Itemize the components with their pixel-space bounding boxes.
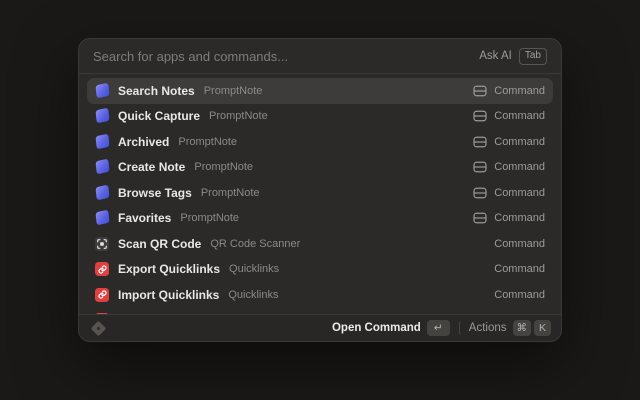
quicklinks-link-icon [95, 262, 109, 276]
open-command-label: Open Command [332, 322, 421, 334]
actions-keys: ⌘ K [513, 320, 552, 336]
cmd-key: ⌘ [513, 320, 532, 336]
promptnote-cube-icon [95, 135, 109, 149]
list-item[interactable]: Create Note PromptNote Command [87, 155, 553, 181]
item-type-label: Command [494, 110, 545, 122]
item-type-label: Command [494, 212, 545, 224]
list-item[interactable]: Quick Capture PromptNote Command [87, 104, 553, 130]
list-item[interactable]: Import Quicklinks Quicklinks Command [87, 282, 553, 308]
command-panel-icon [473, 187, 487, 199]
item-type-label: Command [494, 136, 545, 148]
qr-scanner-icon [95, 237, 109, 251]
promptnote-cube-icon [95, 211, 109, 225]
actions-button[interactable]: Actions ⌘ K [469, 320, 551, 336]
footer-separator [459, 322, 460, 334]
search-input[interactable] [93, 49, 471, 64]
promptnote-cube-icon [95, 186, 109, 200]
promptnote-cube-icon [95, 84, 109, 98]
promptnote-cube-icon [95, 109, 109, 123]
desktop-backdrop: { "search": { "placeholder": "Search for… [0, 0, 640, 400]
item-type-label: Command [494, 263, 545, 275]
item-type-label: Command [494, 238, 545, 250]
quicklinks-link-icon [95, 288, 109, 302]
search-bar: Ask AI Tab [79, 39, 561, 73]
list-item[interactable]: Favorites PromptNote Command [87, 206, 553, 232]
list-item[interactable]: Scan QR Code QR Code Scanner Command [87, 231, 553, 257]
k-key: K [534, 320, 551, 336]
footer-bar: Open Command ↵ Actions ⌘ K [79, 315, 561, 341]
command-palette-window: Ask AI Tab Search Notes PromptNote Comma… [78, 38, 562, 342]
command-list: Search Notes PromptNote Command Quick Ca… [79, 74, 561, 314]
item-type-label: Command [494, 85, 545, 97]
item-type-label: Command [494, 161, 545, 173]
list-item[interactable]: Search Notes PromptNote Command [87, 78, 553, 104]
command-panel-icon [473, 85, 487, 97]
ask-ai-label: Ask AI [479, 50, 512, 62]
open-command-button[interactable]: Open Command ↵ [332, 320, 450, 336]
actions-label: Actions [469, 322, 507, 334]
list-item[interactable]: Browse Tags PromptNote Command [87, 180, 553, 206]
list-item[interactable]: Export Quicklinks Quicklinks Command [87, 257, 553, 283]
command-panel-icon [473, 110, 487, 122]
command-panel-icon [473, 161, 487, 173]
ask-ai-button[interactable]: Ask AI Tab [479, 48, 547, 65]
command-panel-icon [473, 136, 487, 148]
quicklinks-link-icon [95, 313, 109, 314]
command-panel-icon [473, 212, 487, 224]
list-item[interactable]: Archived PromptNote Command [87, 129, 553, 155]
item-type-label: Command [494, 187, 545, 199]
promptnote-cube-icon [95, 160, 109, 174]
item-type-label: Command [494, 289, 545, 301]
tab-key: Tab [519, 48, 547, 65]
enter-key: ↵ [427, 320, 450, 336]
raycast-logo-icon [91, 320, 107, 336]
